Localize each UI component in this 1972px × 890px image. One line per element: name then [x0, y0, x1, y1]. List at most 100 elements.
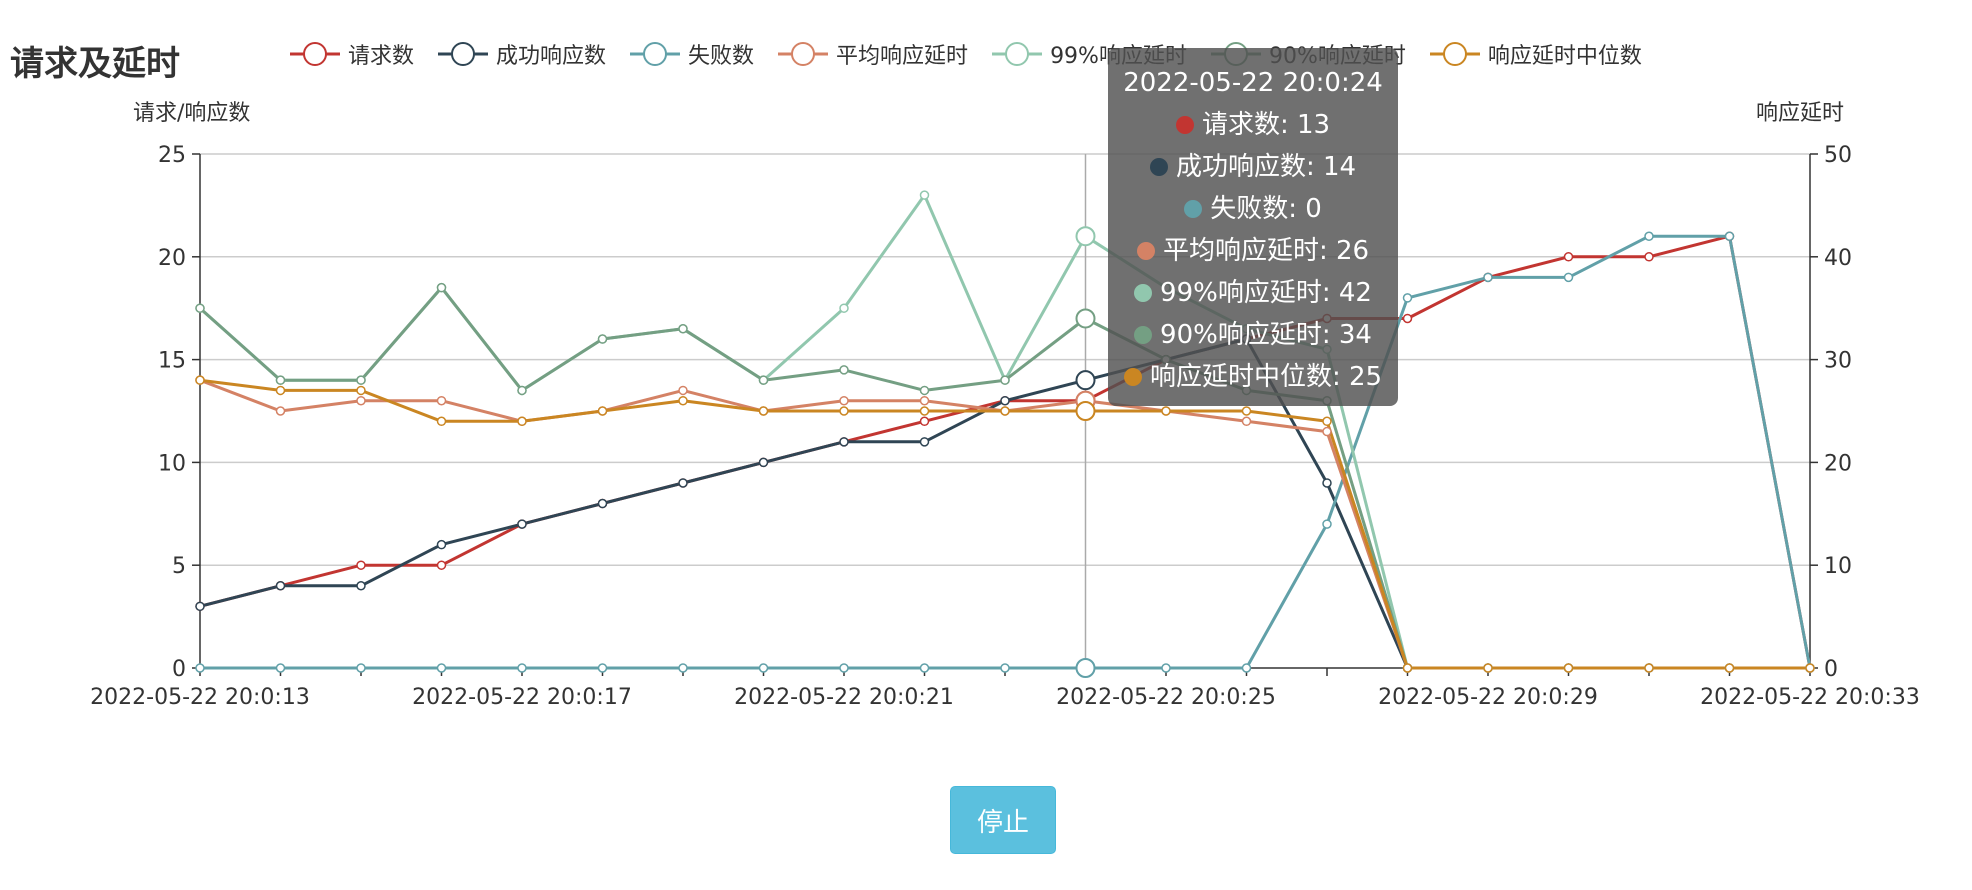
data-point [1402, 313, 1413, 324]
tooltip-row-label: 90%响应延时: 34 [1160, 320, 1372, 350]
series-dot-icon [1123, 368, 1142, 386]
data-point [678, 663, 688, 673]
data-point [195, 375, 205, 385]
series-dot-icon [1134, 284, 1153, 302]
data-point [436, 663, 447, 673]
data-point [1322, 478, 1332, 488]
data-point [758, 406, 769, 416]
data-point [436, 395, 447, 406]
tooltip-row: 平均响应延时: 26 [1108, 230, 1398, 272]
data-point [356, 375, 366, 385]
data-point [356, 581, 366, 591]
data-point [1563, 252, 1574, 262]
chart-tooltip: 2022-05-22 20:0:24 请求数: 13 成功响应数: 14 失败数: … [1108, 48, 1398, 406]
data-point [758, 375, 769, 385]
data-point [678, 385, 688, 396]
tooltip-rows: 请求数: 13 成功响应数: 14 失败数: 0 平均响应延时: 26 99%响应延时:… [1108, 104, 1398, 398]
data-point [275, 663, 286, 673]
data-point [517, 519, 527, 529]
data-point [1000, 406, 1010, 416]
data-point [1000, 663, 1010, 673]
y-left-tick-label: 25 [158, 143, 186, 168]
series-line [199, 286, 1810, 670]
data-point [356, 560, 366, 570]
data-point [839, 395, 849, 406]
data-point [195, 303, 205, 313]
data-point [1000, 395, 1010, 406]
series-dot-icon [1184, 200, 1203, 218]
data-point [517, 663, 527, 673]
series-dot-icon [1175, 116, 1194, 134]
data-point [275, 581, 286, 591]
line-chart-plot[interactable]: 0 0 5 10 10 20 15 30 20 40 25 50 2022-05-22 20:0:13 2… [0, 0, 1972, 720]
y-right-tick-label: 20 [1824, 451, 1852, 476]
data-point [436, 539, 447, 550]
data-point [1402, 663, 1413, 673]
data-point [195, 601, 205, 612]
data-point [275, 375, 286, 385]
data-point [919, 416, 930, 427]
data-point [1724, 663, 1735, 673]
data-point [1644, 231, 1654, 241]
data-point [919, 190, 930, 200]
data-point [1563, 663, 1574, 673]
data-point [1644, 252, 1654, 262]
data-point [597, 334, 608, 344]
y-left-tick-label: 0 [172, 657, 186, 682]
series-line [199, 193, 1810, 670]
x-tick-label: 2022-05-22 20:0:17 [412, 685, 632, 710]
stop-button[interactable]: 停止 [950, 786, 1056, 854]
data-point [758, 663, 769, 673]
series-dot-icon [1134, 326, 1153, 344]
data-point [919, 385, 930, 396]
tooltip-row-label: 平均响应延时: 26 [1162, 236, 1370, 266]
data-point [1402, 293, 1413, 303]
data-point [436, 560, 447, 570]
data-point [1075, 308, 1096, 329]
tooltip-row: 请求数: 13 [1108, 104, 1398, 146]
data-point [919, 663, 930, 673]
data-point [356, 663, 366, 673]
data-point [1644, 663, 1654, 673]
tooltip-row-label: 失败数: 0 [1210, 194, 1322, 224]
series-line [199, 337, 1810, 670]
data-point [1075, 370, 1096, 391]
data-point [678, 324, 688, 334]
x-tick-label: 2022-05-22 20:0:33 [1700, 685, 1920, 710]
data-point [436, 282, 447, 293]
data-point [356, 395, 366, 406]
data-point [1241, 663, 1252, 673]
tooltip-title: 2022-05-22 20:0:24 [1123, 68, 1383, 98]
y-right-tick-label: 40 [1824, 246, 1852, 271]
data-point [1075, 658, 1096, 678]
tooltip-row-label: 成功响应数: 14 [1175, 152, 1357, 182]
data-point [839, 365, 849, 375]
tooltip-row-label: 99%响应延时: 42 [1160, 278, 1372, 308]
series-dot-icon [1149, 158, 1168, 176]
tooltip-row: 99%响应延时: 42 [1108, 272, 1398, 314]
data-point [517, 416, 527, 427]
data-point [1161, 406, 1171, 416]
y-left-tick-label: 15 [158, 349, 186, 374]
tooltip-row: 响应延时中位数: 25 [1108, 356, 1398, 398]
y-right-tick-label: 30 [1824, 349, 1852, 374]
tooltip-row-label: 响应延时中位数: 25 [1149, 362, 1383, 392]
data-point [597, 663, 608, 673]
data-point [597, 498, 608, 509]
y-left-tick-label: 20 [158, 246, 186, 271]
data-point [919, 395, 930, 406]
data-point [839, 663, 849, 673]
data-point [1805, 663, 1815, 673]
data-point [919, 406, 930, 416]
series-dot-icon [1136, 242, 1155, 260]
series-line [200, 234, 1812, 670]
data-point [758, 457, 769, 468]
x-tick-label: 2022-05-22 20:0:13 [90, 685, 310, 710]
data-point [1241, 406, 1252, 416]
data-point [1563, 272, 1574, 283]
y-right-tick-label: 50 [1824, 143, 1852, 168]
y-right-tick-label: 10 [1824, 554, 1852, 579]
x-tick-label: 2022-05-22 20:0:25 [1056, 685, 1276, 710]
data-point [1241, 416, 1252, 427]
data-point [919, 437, 930, 447]
